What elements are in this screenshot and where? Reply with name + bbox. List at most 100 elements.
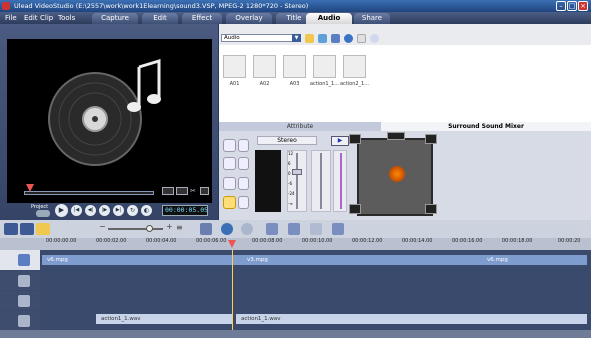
video-clip[interactable]: v6.mpg xyxy=(42,255,242,265)
timeline-ruler[interactable]: 00:00:00.00 00:00:02.00 00:00:04.00 00:0… xyxy=(0,238,591,250)
speaker-icon[interactable] xyxy=(238,139,249,152)
video-track-icon[interactable] xyxy=(223,139,236,152)
audio-clip-icon xyxy=(253,55,276,78)
tab-audio[interactable]: Audio xyxy=(306,13,352,24)
speaker-rear-left-icon xyxy=(349,204,361,214)
previous-frame-button[interactable]: ◀| xyxy=(85,205,96,216)
sort-icon[interactable] xyxy=(344,34,353,43)
import-icon[interactable] xyxy=(318,34,327,43)
speaker-icon[interactable] xyxy=(238,177,249,190)
level-meter xyxy=(255,150,281,212)
status-bar xyxy=(0,330,591,338)
tab-edit[interactable]: Edit xyxy=(142,13,178,24)
scrub-bar[interactable] xyxy=(24,191,154,195)
tab-attribute[interactable]: Attribute xyxy=(219,122,381,131)
tab-capture[interactable]: Capture xyxy=(92,13,138,24)
expand-icon[interactable] xyxy=(370,34,379,43)
menu-file[interactable]: File xyxy=(5,12,17,24)
storyboard-view-button[interactable] xyxy=(4,223,18,235)
next-frame-button[interactable]: |▶ xyxy=(99,205,110,216)
zoom-slider-thumb[interactable] xyxy=(146,225,153,232)
speaker-icon[interactable] xyxy=(238,157,249,170)
fader-knob[interactable] xyxy=(292,169,302,175)
tab-effect[interactable]: Effect xyxy=(182,13,222,24)
library-category-select[interactable]: Audio xyxy=(221,34,297,42)
video-clip[interactable]: v3.mpg xyxy=(242,255,482,265)
ruler-tick-label: 00:00:06.00 xyxy=(196,238,227,244)
cut-icon[interactable]: ✂ xyxy=(190,187,198,195)
zoom-slider[interactable] xyxy=(108,228,163,230)
library-clip-a01[interactable]: A01 xyxy=(223,55,246,92)
folder-icon[interactable] xyxy=(305,34,314,43)
redo-icon[interactable] xyxy=(241,223,253,235)
view-icon[interactable] xyxy=(331,34,340,43)
preview-panel: ✂ Project ▶ |◀ ◀| |▶ ▶| ↻ ◐ 00:00:05.05 xyxy=(0,24,218,220)
tab-share[interactable]: Share xyxy=(354,13,390,24)
minimize-button[interactable]: – xyxy=(556,1,566,11)
master-fader[interactable] xyxy=(333,150,347,212)
sound-source-knob[interactable] xyxy=(389,166,405,182)
record-icon[interactable] xyxy=(266,223,278,235)
music-track-icon[interactable] xyxy=(223,196,236,209)
library-toolbar: Audio ▼ xyxy=(219,24,591,45)
app-icon xyxy=(2,2,10,10)
volume-button[interactable]: ◐ xyxy=(141,205,152,216)
insert-media-icon[interactable] xyxy=(200,223,212,235)
audio-clip[interactable]: action1_1.wav xyxy=(96,314,232,324)
voice-track-icon[interactable] xyxy=(223,177,236,190)
library-clip-action2[interactable]: action2_1... xyxy=(340,55,369,92)
enlarge-icon[interactable] xyxy=(200,187,209,195)
timeline-view-button[interactable] xyxy=(20,223,34,235)
zoom-out-icon[interactable]: − xyxy=(99,222,106,231)
undo-icon[interactable] xyxy=(221,223,233,235)
volume-fader-left[interactable]: 12 6 0 -6 -24 -∞ xyxy=(287,150,307,212)
ruler-tick-label: 00:00:14.00 xyxy=(402,238,433,244)
speaker-front-left-icon xyxy=(349,134,361,144)
repeat-button[interactable]: ↻ xyxy=(127,205,138,216)
fit-icon[interactable]: ≡ xyxy=(176,223,186,235)
overlay-track-header[interactable] xyxy=(0,271,40,290)
fader-scale-label: 0 xyxy=(288,171,291,176)
library-clip-a03[interactable]: A03 xyxy=(283,55,306,92)
channel-mode-label: Stereo xyxy=(257,136,317,145)
maximize-button[interactable]: □ xyxy=(567,1,577,11)
menu-tools[interactable]: Tools xyxy=(58,12,75,24)
close-button[interactable]: × xyxy=(578,1,588,11)
mark-out-icon[interactable] xyxy=(176,187,188,195)
play-button[interactable]: ▶ xyxy=(55,204,68,217)
clip-toggle-icon[interactable] xyxy=(36,210,50,217)
library-clip-a02[interactable]: A02 xyxy=(253,55,276,92)
video-track-header[interactable] xyxy=(0,250,40,270)
ruler-tick-label: 00:00:08.00 xyxy=(252,238,283,244)
audio-clip[interactable]: action1_1.wav xyxy=(236,314,587,324)
video-clip[interactable]: v6.mpg xyxy=(482,255,587,265)
timecode-display[interactable]: 00:00:05.05 xyxy=(162,205,208,216)
timeline-playhead-icon[interactable] xyxy=(228,240,236,248)
tab-surround-sound-mixer[interactable]: Surround Sound Mixer xyxy=(381,122,591,131)
mark-in-icon[interactable] xyxy=(162,187,174,195)
auto-music-icon[interactable] xyxy=(332,223,344,235)
surround-mixer-grid[interactable] xyxy=(357,138,433,216)
clip-label: A01 xyxy=(229,81,240,87)
menu-edit[interactable]: Edit xyxy=(24,12,38,24)
library-clip-action1[interactable]: action1_1... xyxy=(310,55,339,92)
overlay-track-icon[interactable] xyxy=(223,157,236,170)
play-mixer-button[interactable]: ▶ xyxy=(331,136,349,146)
voice-track-icon xyxy=(18,295,30,307)
menu-clip[interactable]: Clip xyxy=(40,12,53,24)
timeline-playhead-line xyxy=(232,250,233,330)
music-track-header[interactable] xyxy=(0,311,40,330)
ruler-tick-label: 00:00:20 xyxy=(558,238,581,244)
chevron-down-icon[interactable]: ▼ xyxy=(292,34,301,42)
tab-overlay[interactable]: Overlay xyxy=(226,13,272,24)
volume-fader-right[interactable] xyxy=(311,150,331,212)
track-manager-icon[interactable] xyxy=(310,223,322,235)
mixer-icon[interactable] xyxy=(288,223,300,235)
audio-view-button[interactable] xyxy=(36,223,50,235)
title-track-header[interactable] xyxy=(0,291,40,310)
home-button[interactable]: |◀ xyxy=(71,205,82,216)
zoom-in-icon[interactable]: + xyxy=(166,222,173,231)
options-icon[interactable] xyxy=(357,34,366,43)
speaker-icon[interactable] xyxy=(238,196,249,209)
end-button[interactable]: ▶| xyxy=(113,205,124,216)
